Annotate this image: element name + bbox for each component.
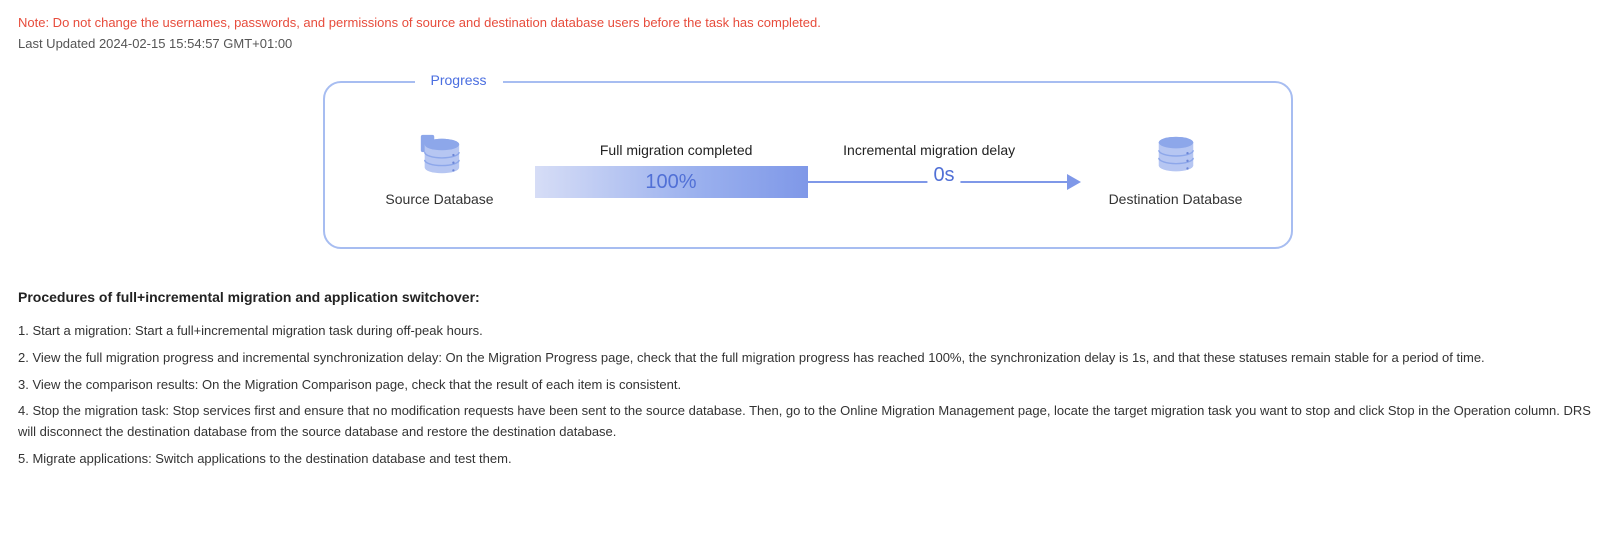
- full-progress-percent: 100%: [645, 171, 696, 194]
- incremental-arrow: 0s: [808, 166, 1081, 198]
- warning-note: Note: Do not change the usernames, passw…: [18, 15, 1597, 30]
- list-item: 3. View the comparison results: On the M…: [18, 375, 1597, 396]
- destination-endpoint: Destination Database: [1101, 133, 1251, 207]
- procedures-list: 1. Start a migration: Start a full+incre…: [18, 321, 1597, 470]
- source-label: Source Database: [385, 191, 493, 207]
- destination-label: Destination Database: [1109, 191, 1243, 207]
- incremental-stage-label: Incremental migration delay: [843, 142, 1015, 158]
- list-item: 2. View the full migration progress and …: [18, 348, 1597, 369]
- database-icon: [1153, 133, 1199, 179]
- list-item: 4. Stop the migration task: Stop service…: [18, 401, 1597, 443]
- last-updated: Last Updated 2024-02-15 15:54:57 GMT+01:…: [18, 36, 1597, 51]
- full-progress-bar: 100%: [535, 166, 808, 198]
- list-item: 5. Migrate applications: Switch applicat…: [18, 449, 1597, 470]
- incremental-delay-value: 0s: [927, 164, 960, 187]
- procedures-heading: Procedures of full+incremental migration…: [18, 289, 1597, 305]
- source-endpoint: Source Database: [365, 133, 515, 207]
- procedures-section: Procedures of full+incremental migration…: [18, 289, 1597, 470]
- panel-legend: Progress: [415, 72, 503, 88]
- list-item: 1. Start a migration: Start a full+incre…: [18, 321, 1597, 342]
- full-stage-label: Full migration completed: [600, 142, 753, 158]
- migration-flow: Source Database Full migration completed…: [365, 133, 1251, 207]
- progress-panel: Progress Source Database Fu: [323, 81, 1293, 249]
- progress-middle: Full migration completed Incremental mig…: [535, 142, 1081, 198]
- database-icon: [417, 133, 463, 179]
